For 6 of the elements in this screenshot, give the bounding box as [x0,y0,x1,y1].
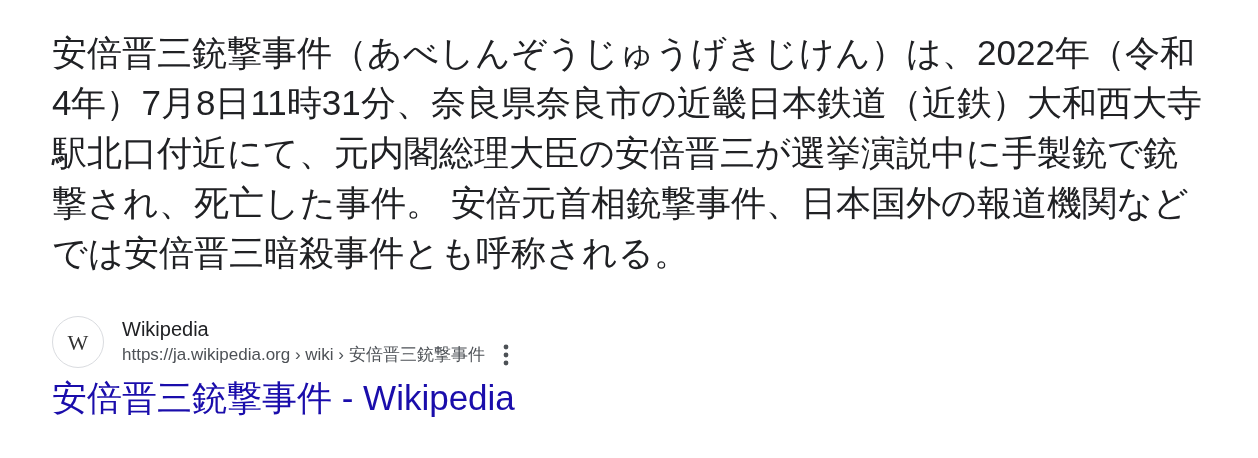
more-options-icon[interactable] [502,344,509,366]
site-favicon: W [52,316,104,368]
site-name: Wikipedia [122,317,210,342]
site-url: https://ja.wikipedia.org › wiki › 安倍晋三銃撃事件 [122,344,485,366]
result-title-link[interactable]: 安倍晋三銃撃事件 - Wikipedia [52,376,515,420]
snippet-text: 安倍晋三銃撃事件（あべしんぞうじゅうげきじけん）は、2022年（令和4年）7月8日11時31分、奈良県奈良市の近畿日本鉄道（近鉄）大和西大寺駅北口付近にて、元内閣総理大臣の安倍晋三が選挙演説中に手製銃で銃撃され、死亡した事件。 安倍元首相銃撃事件、日本国外の報道機関などでは安倍晋三暗殺事件とも呼称される。 [52,32,1203,274]
